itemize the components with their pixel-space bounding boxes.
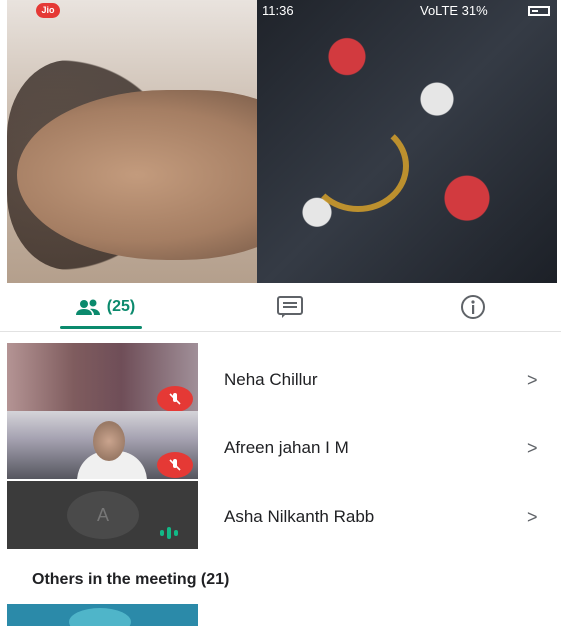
- chat-icon: [277, 296, 303, 318]
- speaking-indicator-icon: [160, 525, 188, 541]
- tab-people-count: (25): [106, 298, 136, 315]
- tab-chat[interactable]: [270, 283, 310, 331]
- participant-name: Afreen jahan I M: [224, 438, 349, 457]
- mic-off-icon: [157, 386, 193, 411]
- active-tab-indicator: [60, 326, 142, 329]
- battery-icon: [528, 6, 550, 16]
- participant-name: Neha Chillur: [224, 370, 318, 389]
- participant-thumbnail: [7, 411, 198, 479]
- participant-name: Asha Nilkanth Rabb: [224, 507, 375, 526]
- mic-off-icon: [157, 452, 193, 478]
- people-icon: [75, 299, 100, 315]
- avatar: A: [67, 491, 139, 539]
- video-clothing: [257, 0, 557, 283]
- participant-thumbnail: [7, 604, 198, 626]
- others-heading: Others in the meeting (21): [32, 571, 230, 588]
- status-right-text: VoLTE 31%: [420, 3, 488, 18]
- chevron-right-icon[interactable]: >: [527, 370, 538, 391]
- tab-people[interactable]: (25): [60, 283, 150, 331]
- info-icon: [461, 295, 485, 319]
- chevron-right-icon[interactable]: >: [527, 438, 538, 459]
- participant-thumbnail: [7, 343, 198, 411]
- meeting-tabs: (25): [0, 283, 561, 332]
- carrier-badge: Jio: [36, 3, 60, 18]
- thumbnail-face: [93, 421, 125, 461]
- chevron-right-icon[interactable]: >: [527, 507, 538, 528]
- list-item[interactable]: Neha Chillur >: [0, 343, 561, 411]
- tab-info[interactable]: [453, 283, 493, 331]
- main-video: [7, 0, 557, 283]
- list-item[interactable]: Afreen jahan I M >: [0, 411, 561, 479]
- participant-thumbnail: A: [7, 481, 198, 549]
- list-item[interactable]: A Asha Nilkanth Rabb >: [0, 481, 561, 549]
- status-bar: Jio 11:36 VoLTE 31%: [0, 0, 561, 22]
- thumbnail-shape: [69, 608, 131, 626]
- video-necklace: [307, 120, 409, 212]
- status-time: 11:36: [262, 3, 294, 18]
